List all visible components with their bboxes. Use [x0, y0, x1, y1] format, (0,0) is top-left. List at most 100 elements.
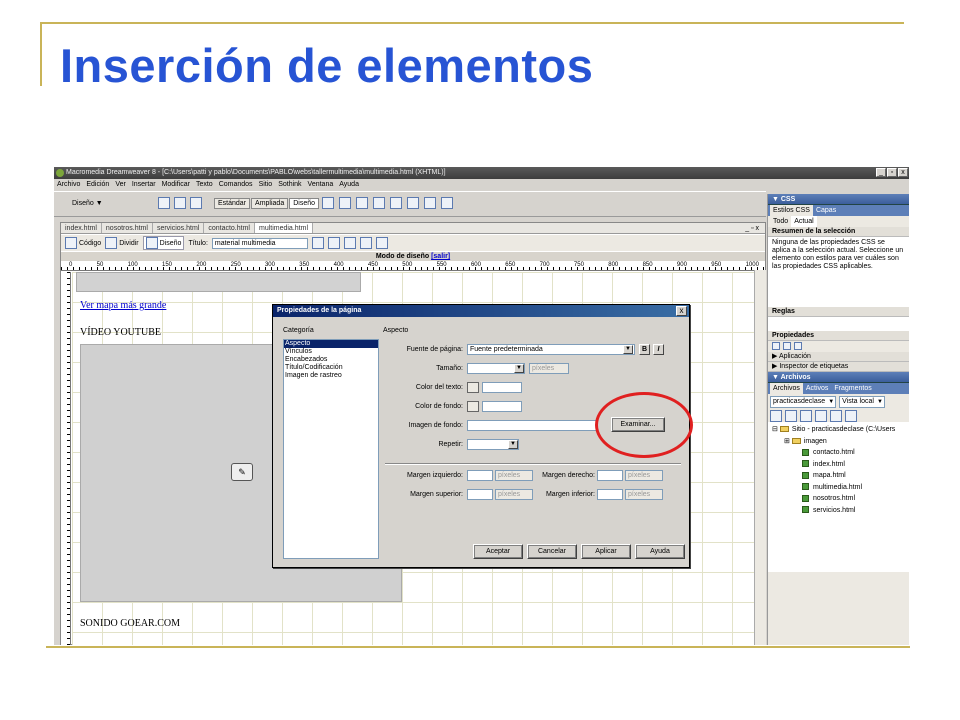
- insert-category-dropdown[interactable]: Diseño ▼: [72, 200, 103, 207]
- margin-top-input[interactable]: [467, 489, 493, 500]
- row-insert-icon[interactable]: [373, 197, 385, 209]
- menu-ayuda[interactable]: Ayuda: [339, 179, 359, 190]
- tab-capas[interactable]: Capas: [813, 205, 839, 216]
- connect-icon[interactable]: [770, 410, 782, 422]
- tab-nosotros[interactable]: nosotros.html: [102, 223, 153, 233]
- tab-contacto[interactable]: contacto.html: [204, 223, 255, 233]
- tab-archivos[interactable]: Archivos: [770, 383, 803, 394]
- menu-texto[interactable]: Texto: [196, 179, 213, 190]
- layout-cell-icon[interactable]: [339, 197, 351, 209]
- margin-right-unit[interactable]: píxeles: [625, 470, 663, 481]
- close-button[interactable]: x: [898, 168, 908, 177]
- mode-estandar[interactable]: Estándar: [214, 198, 251, 209]
- css-panel-header[interactable]: ▼ CSS: [768, 194, 909, 205]
- mode-disenio[interactable]: Diseño: [289, 198, 320, 209]
- preview-browser-icon[interactable]: [327, 237, 340, 249]
- tab-fragmentos[interactable]: Fragmentos: [831, 383, 874, 394]
- column-insert-icon[interactable]: [390, 197, 402, 209]
- menu-ver[interactable]: Ver: [115, 179, 126, 190]
- category-item-rastreo[interactable]: Imagen de rastreo: [284, 372, 378, 380]
- menu-sitio[interactable]: Sitio: [259, 179, 273, 190]
- ok-button[interactable]: Aceptar: [473, 544, 523, 559]
- margin-left-input[interactable]: [467, 470, 493, 481]
- aplicacion-panel[interactable]: ▶ Aplicación: [768, 352, 909, 362]
- margin-right-input[interactable]: [597, 470, 623, 481]
- put-files-icon[interactable]: [815, 410, 827, 422]
- file-management-icon[interactable]: [311, 237, 324, 249]
- checkin-icon[interactable]: [845, 410, 857, 422]
- document-window-controls[interactable]: _ ▫ x: [745, 223, 759, 234]
- help-button[interactable]: Ayuda: [635, 544, 685, 559]
- bold-button[interactable]: B: [639, 344, 650, 355]
- table-icon[interactable]: [158, 197, 170, 209]
- tree-root[interactable]: ⊟ Sitio - practicasdeclase (C:\Users: [772, 424, 905, 436]
- view-select[interactable]: Vista local: [839, 396, 885, 408]
- bg-color-picker[interactable]: [467, 401, 479, 412]
- tabular-data-icon[interactable]: [441, 197, 453, 209]
- exit-mode-link[interactable]: [salir]: [431, 253, 450, 260]
- menu-edicion[interactable]: Edición: [86, 179, 109, 190]
- layout-table-icon[interactable]: [322, 197, 334, 209]
- tab-multimedia[interactable]: multimedia.html: [254, 223, 313, 233]
- menu-sothink[interactable]: Sothink: [278, 179, 301, 190]
- category-view-icon[interactable]: [772, 342, 780, 350]
- sort-az-icon[interactable]: [783, 342, 791, 350]
- subtab-actual[interactable]: Actual: [791, 216, 817, 227]
- files-panel-header[interactable]: ▼ Archivos: [768, 372, 909, 383]
- map-placeholder[interactable]: [76, 272, 361, 292]
- category-item-vinculos[interactable]: Vínculos: [284, 348, 378, 356]
- table-insert-icon[interactable]: [356, 197, 368, 209]
- restore-button[interactable]: ▫: [887, 168, 897, 177]
- menu-archivo[interactable]: Archivo: [57, 179, 80, 190]
- map-link[interactable]: Ver mapa más grande: [80, 300, 166, 311]
- layer-icon[interactable]: [174, 197, 186, 209]
- menu-ventana[interactable]: Ventana: [308, 179, 334, 190]
- dialog-close-button[interactable]: x: [676, 306, 687, 316]
- tab-estilos-css[interactable]: Estilos CSS: [770, 205, 813, 216]
- category-item-encabezados[interactable]: Encabezados: [284, 356, 378, 364]
- tree-file[interactable]: index.html: [772, 459, 905, 471]
- text-color-picker[interactable]: [467, 382, 479, 393]
- document-title-input[interactable]: material multimedia: [211, 237, 308, 249]
- get-files-icon[interactable]: [800, 410, 812, 422]
- split-view-button[interactable]: Dividir: [105, 237, 139, 249]
- view-options-icon[interactable]: [359, 237, 372, 249]
- tree-file[interactable]: contacto.html: [772, 447, 905, 459]
- bg-color-input[interactable]: [482, 401, 522, 412]
- tree-file[interactable]: servicios.html: [772, 505, 905, 517]
- apply-button[interactable]: Aplicar: [581, 544, 631, 559]
- frames-icon[interactable]: [424, 197, 436, 209]
- minimize-button[interactable]: _: [876, 168, 886, 177]
- visual-aids-icon[interactable]: [375, 237, 388, 249]
- set-properties-icon[interactable]: [794, 342, 802, 350]
- tree-folder-imagen[interactable]: ⊞ imagen: [772, 436, 905, 448]
- tag-inspector-panel[interactable]: ▶ Inspector de etiquetas: [768, 362, 909, 372]
- subtab-todo[interactable]: Todo: [770, 216, 791, 227]
- tab-servicios[interactable]: servicios.html: [153, 223, 205, 233]
- category-item-titulo[interactable]: Título/Codificación: [284, 364, 378, 372]
- refresh-icon[interactable]: [785, 410, 797, 422]
- tree-file[interactable]: nosotros.html: [772, 493, 905, 505]
- menu-comandos[interactable]: Comandos: [219, 179, 253, 190]
- font-select[interactable]: Fuente predeterminada: [467, 344, 635, 355]
- margin-bottom-input[interactable]: [597, 489, 623, 500]
- tab-index[interactable]: index.html: [61, 223, 102, 233]
- margin-bottom-unit[interactable]: píxeles: [625, 489, 663, 500]
- checkout-icon[interactable]: [830, 410, 842, 422]
- size-unit-select[interactable]: píxeles: [529, 363, 569, 374]
- italic-button[interactable]: I: [653, 344, 664, 355]
- code-view-button[interactable]: Código: [65, 237, 101, 249]
- cancel-button[interactable]: Cancelar: [527, 544, 577, 559]
- site-select[interactable]: practicasdeclase: [770, 396, 837, 408]
- refresh-icon[interactable]: [343, 237, 356, 249]
- tab-activos[interactable]: Activos: [803, 383, 832, 394]
- frame-icon[interactable]: [190, 197, 202, 209]
- category-item-aspecto[interactable]: Aspecto: [284, 340, 378, 348]
- tree-file[interactable]: multimedia.html: [772, 482, 905, 494]
- mode-ampliada[interactable]: Ampliada: [251, 198, 289, 209]
- bg-image-input[interactable]: [467, 420, 597, 431]
- menu-insertar[interactable]: Insertar: [132, 179, 156, 190]
- design-view-button[interactable]: Diseño: [142, 236, 185, 250]
- text-color-input[interactable]: [482, 382, 522, 393]
- menu-modificar[interactable]: Modificar: [162, 179, 190, 190]
